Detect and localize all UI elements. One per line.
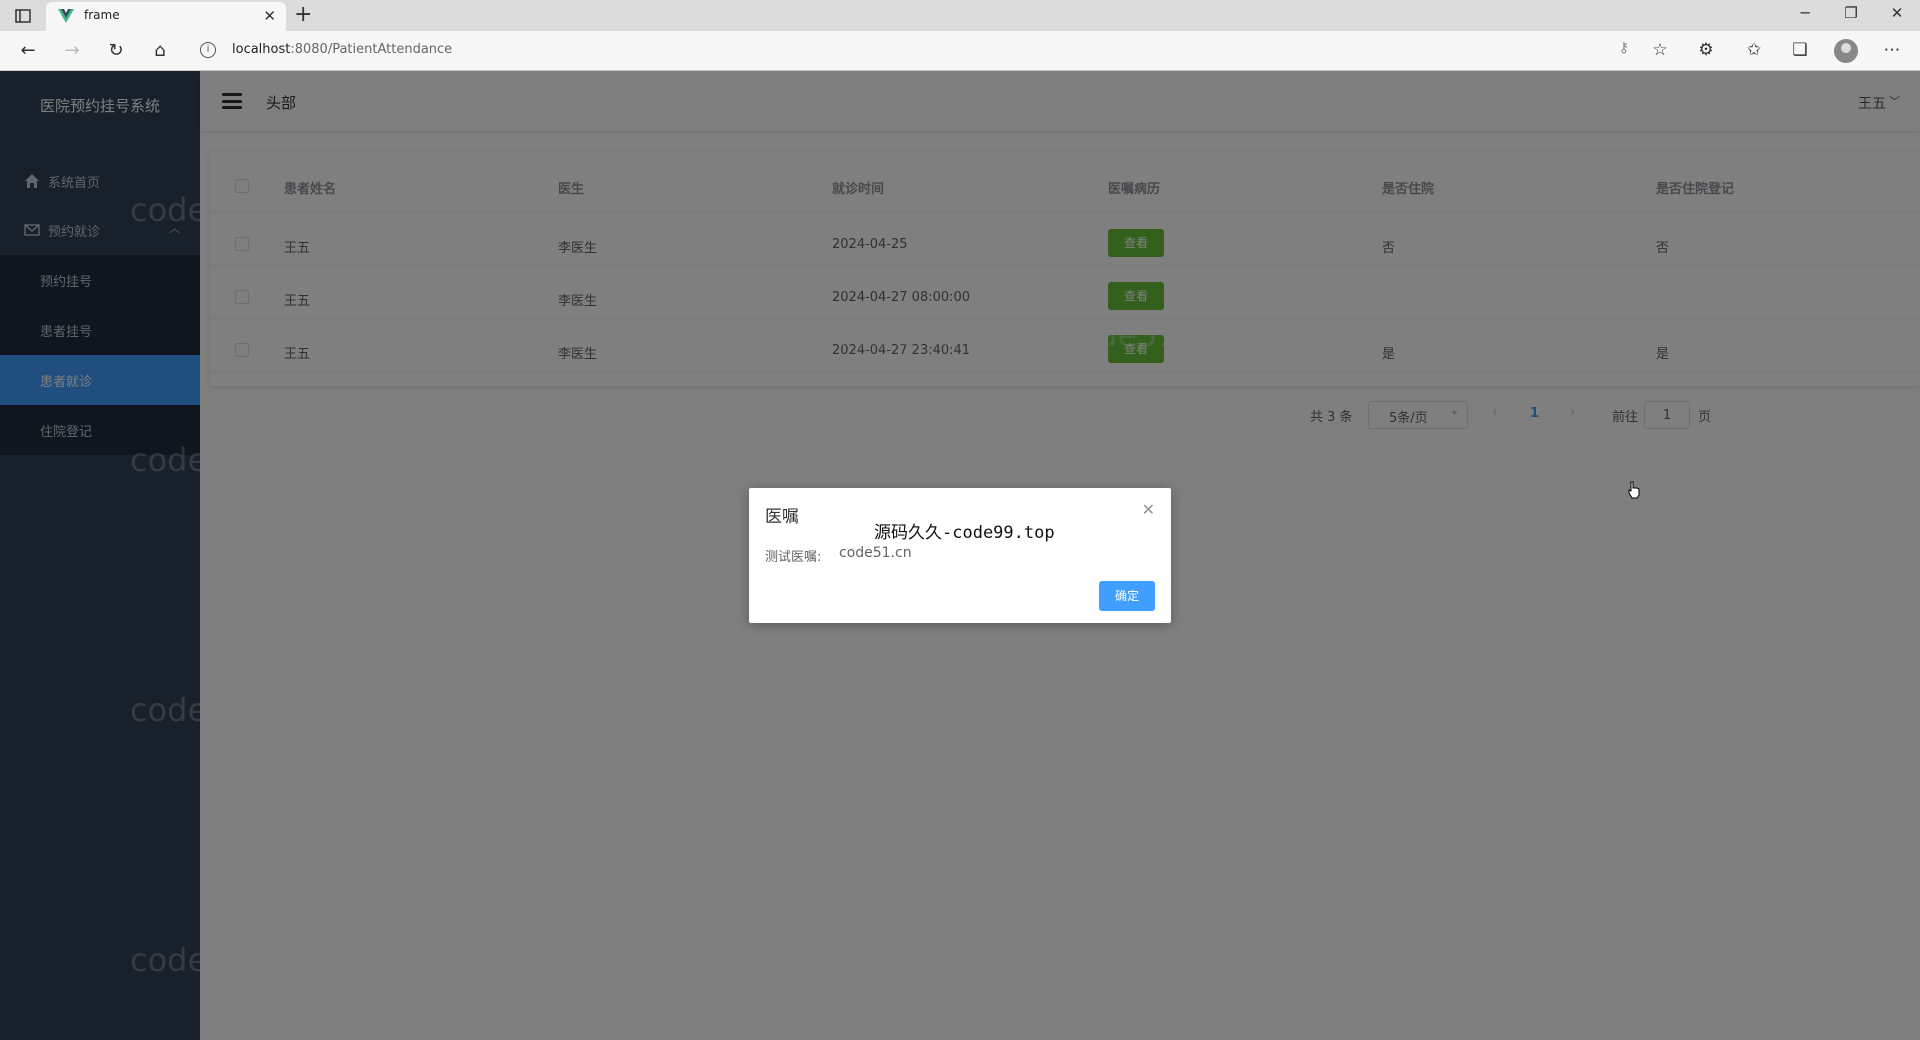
vue-logo-icon — [58, 9, 74, 23]
back-icon[interactable]: ← — [16, 40, 40, 62]
favorites-icon[interactable]: ✩ — [1742, 40, 1766, 62]
advice-value: code51.cn — [839, 545, 912, 561]
key-icon[interactable]: ⚷ — [1612, 40, 1636, 62]
extensions-icon[interactable]: ⚙ — [1694, 40, 1718, 62]
site-info-icon[interactable]: i — [200, 42, 216, 58]
dialog-title: 医嘱 — [765, 507, 799, 527]
minimize-icon[interactable]: ─ — [1790, 4, 1820, 22]
advice-dialog: 医嘱 ✕ 源码久久-code99.top 测试医嘱: code51.cn 确定 — [749, 488, 1171, 623]
browser-address-bar: ← → ↻ ⌂ i localhost:8080/PatientAttendan… — [0, 31, 1920, 71]
collections-icon[interactable]: ❏ — [1788, 40, 1812, 62]
hand-cursor-icon — [1628, 481, 1640, 499]
tab-actions-icon[interactable] — [12, 6, 34, 26]
favorite-add-icon[interactable]: ☆ — [1648, 40, 1672, 62]
more-icon[interactable]: ⋯ — [1880, 40, 1904, 62]
url-field[interactable]: localhost:8080/PatientAttendance — [232, 42, 452, 57]
home-browser-icon[interactable]: ⌂ — [148, 40, 172, 62]
profile-avatar-icon[interactable] — [1834, 39, 1858, 63]
confirm-button[interactable]: 确定 — [1099, 581, 1155, 611]
forward-icon[interactable]: → — [60, 40, 84, 62]
tab-title: frame — [84, 8, 120, 22]
new-tab-icon[interactable]: + — [294, 2, 312, 27]
browser-tab-bar: frame ✕ + ─ ❐ ✕ — [0, 0, 1920, 31]
overlay-caption: 源码久久-code99.top — [874, 523, 1055, 543]
restore-icon[interactable]: ❐ — [1836, 4, 1866, 22]
advice-label: 测试医嘱: — [765, 550, 822, 565]
close-tab-icon[interactable]: ✕ — [263, 7, 276, 25]
browser-tab[interactable]: frame ✕ — [46, 2, 286, 31]
close-icon[interactable]: ✕ — [1142, 500, 1155, 519]
close-window-icon[interactable]: ✕ — [1882, 4, 1912, 22]
reload-icon[interactable]: ↻ — [104, 40, 128, 62]
